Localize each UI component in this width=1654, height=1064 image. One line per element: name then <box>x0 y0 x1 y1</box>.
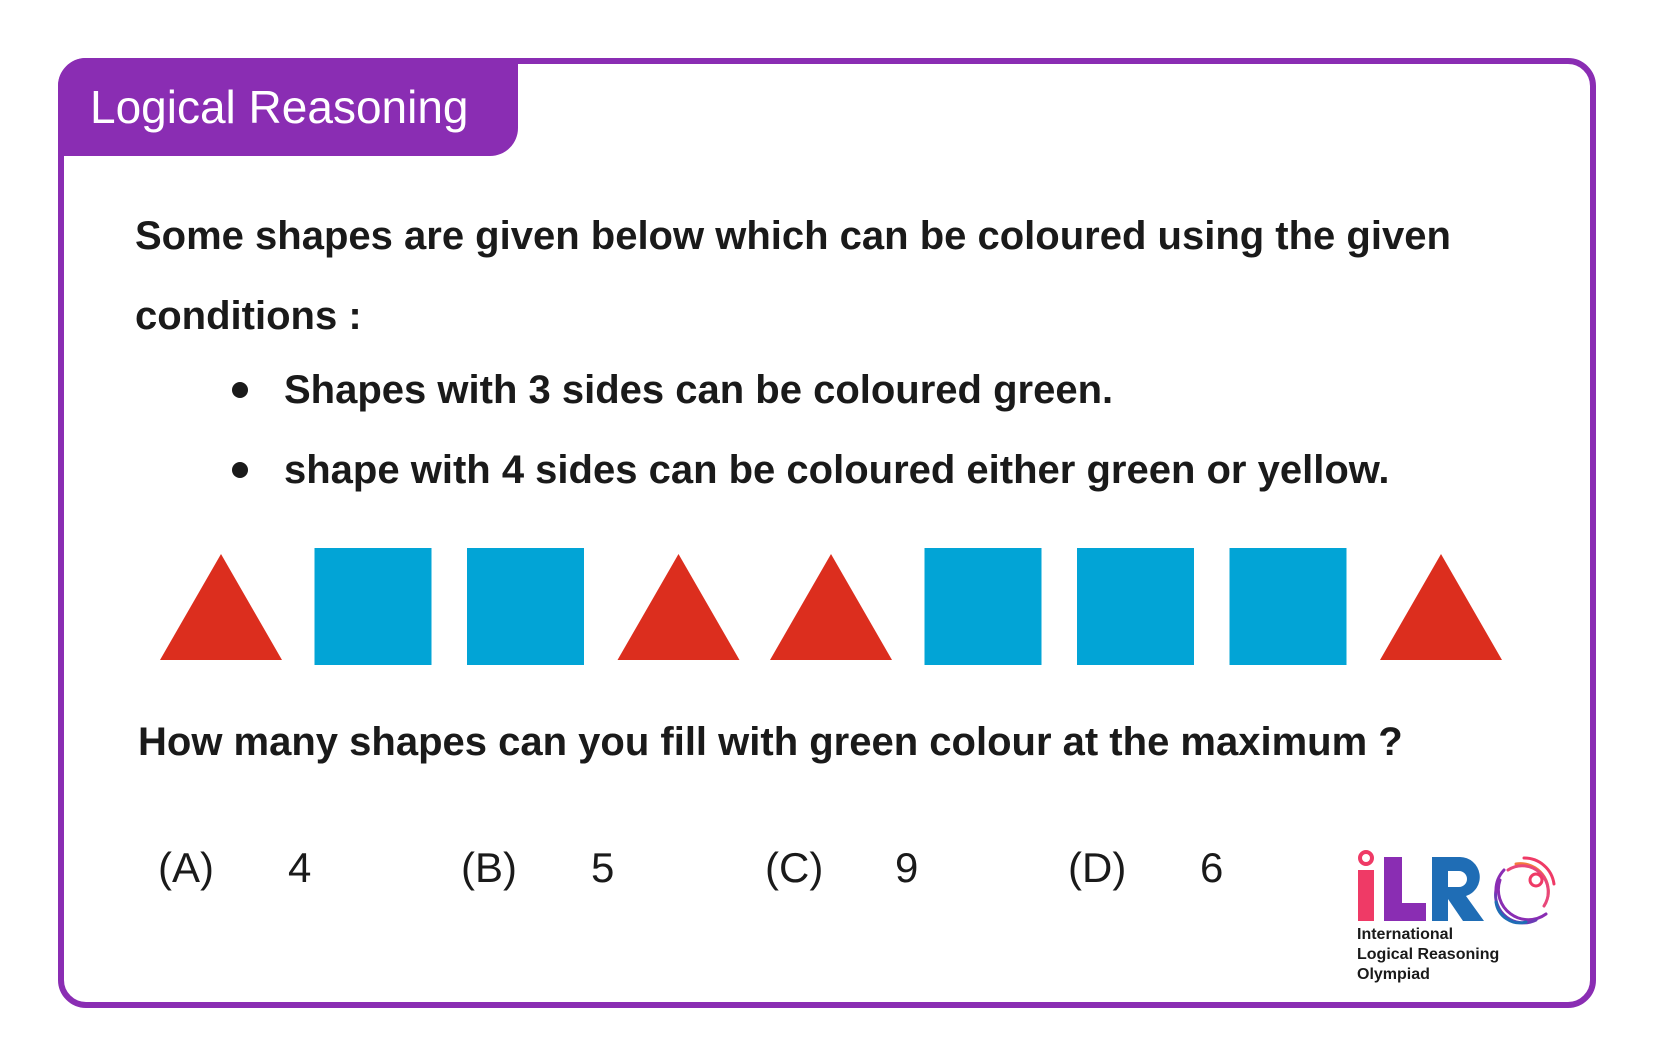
option-value: 4 <box>288 844 312 891</box>
conditions-list: Shapes with 3 sides can be coloured gree… <box>232 350 1390 510</box>
option-d[interactable]: (D) 6 <box>1068 838 1223 898</box>
option-letter: (D) <box>1068 844 1127 891</box>
bullet-icon <box>232 462 248 478</box>
option-letter: (C) <box>765 844 824 891</box>
question-intro: Some shapes are given below which can be… <box>135 214 1451 338</box>
question-prompt: How many shapes can you fill with green … <box>138 720 1403 764</box>
option-value: 5 <box>591 844 615 891</box>
option-b[interactable]: (B) 5 <box>461 838 614 898</box>
option-letter: (B) <box>461 844 517 891</box>
logo-letter-l <box>1384 857 1426 921</box>
option-c[interactable]: (C) 9 <box>765 838 918 898</box>
bullet-icon <box>232 382 248 398</box>
condition-item: Shapes with 3 sides can be coloured gree… <box>232 350 1390 430</box>
option-value: 6 <box>1200 844 1224 891</box>
category-tab: Logical Reasoning <box>58 58 518 156</box>
logo-swirl-o-icon <box>1494 856 1556 925</box>
option-letter: (A) <box>158 844 214 891</box>
condition-item: shape with 4 sides can be coloured eithe… <box>232 430 1390 510</box>
logo-letter-i <box>1358 850 1374 921</box>
logo-letter-r <box>1432 857 1484 921</box>
category-label: Logical Reasoning <box>90 81 469 133</box>
logo-wordmark: International Logical Reasoning Olympiad <box>1357 926 1500 983</box>
option-value: 9 <box>895 844 919 891</box>
option-a[interactable]: (A) 4 <box>158 838 311 898</box>
